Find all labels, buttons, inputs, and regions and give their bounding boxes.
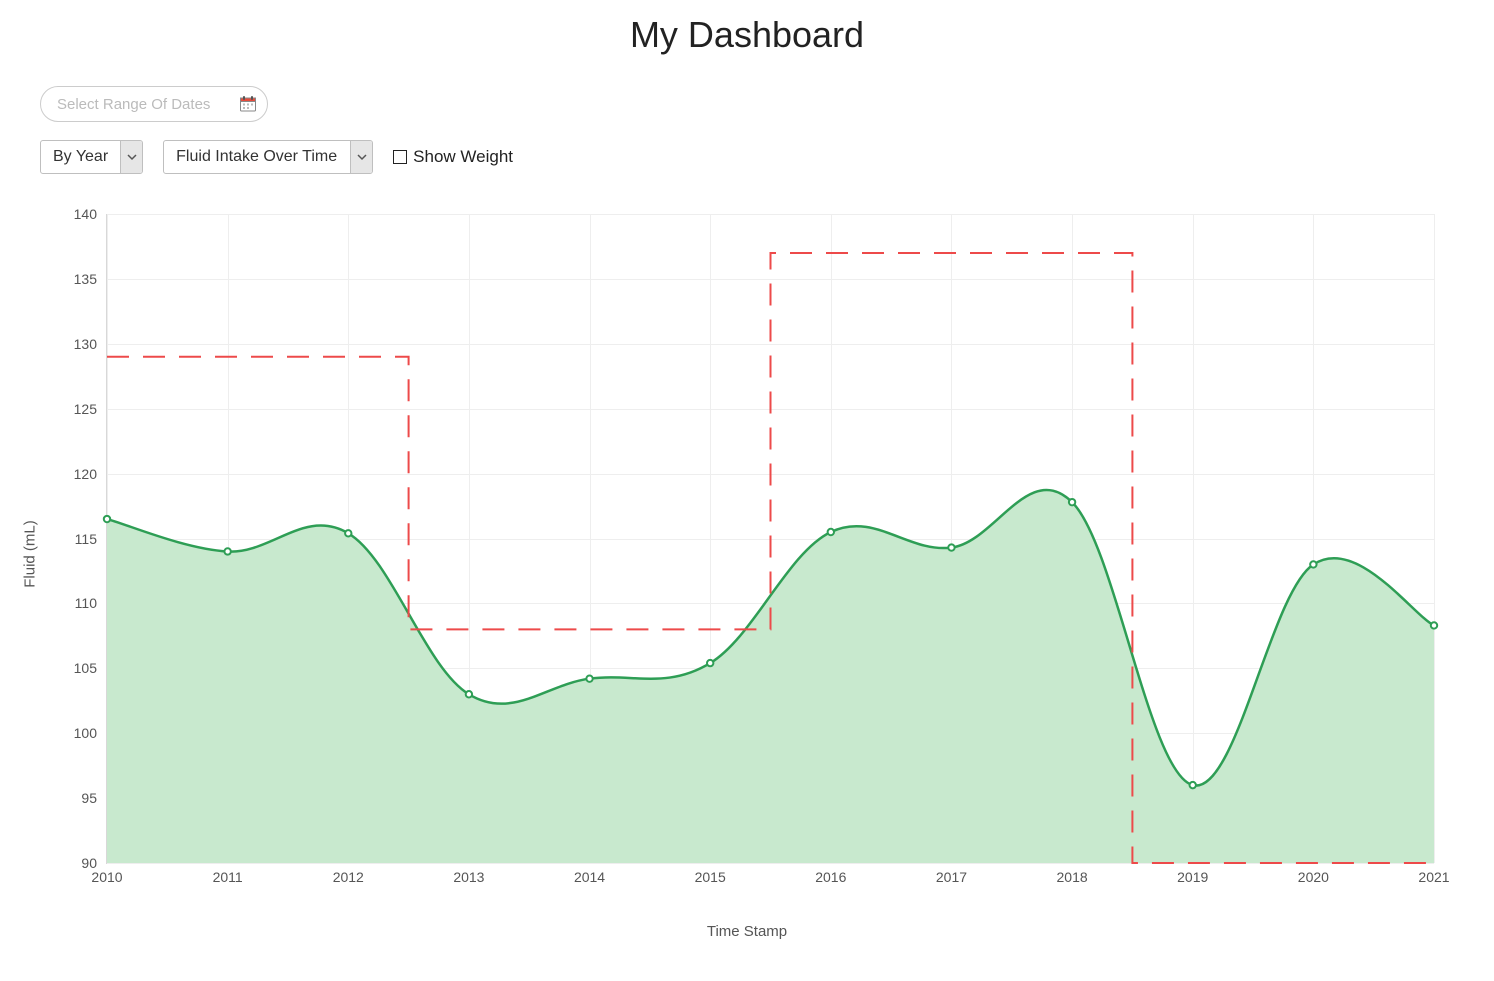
x-tick-label: 2013 [453, 869, 484, 885]
data-point[interactable] [707, 660, 713, 666]
x-tick-label: 2012 [333, 869, 364, 885]
x-tick-label: 2018 [1057, 869, 1088, 885]
y-tick-label: 125 [74, 401, 97, 417]
x-tick-label: 2015 [695, 869, 726, 885]
data-point[interactable] [224, 548, 230, 554]
grouping-select-value: By Year [41, 141, 120, 173]
x-tick-label: 2020 [1298, 869, 1329, 885]
y-tick-label: 130 [74, 336, 97, 352]
x-axis-label: Time Stamp [707, 923, 787, 940]
y-tick-label: 120 [74, 466, 97, 482]
show-weight-label: Show Weight [413, 147, 513, 167]
chart: Fluid (mL) Time Stamp 909510010511011512… [60, 214, 1434, 894]
data-point[interactable] [466, 691, 472, 697]
x-tick-label: 2010 [91, 869, 122, 885]
chart-svg [107, 214, 1434, 863]
y-axis-label: Fluid (mL) [22, 520, 39, 588]
chevron-down-icon [120, 141, 142, 173]
y-tick-label: 140 [74, 206, 97, 222]
metric-select-value: Fluid Intake Over Time [164, 141, 350, 173]
y-tick-label: 105 [74, 660, 97, 676]
data-point[interactable] [1069, 499, 1075, 505]
x-tick-label: 2021 [1418, 869, 1449, 885]
x-tick-label: 2011 [213, 869, 243, 885]
y-tick-label: 100 [74, 725, 97, 741]
data-point[interactable] [948, 544, 954, 550]
x-tick-label: 2014 [574, 869, 605, 885]
x-tick-label: 2017 [936, 869, 967, 885]
grouping-select[interactable]: By Year [40, 140, 143, 174]
y-tick-label: 135 [74, 271, 97, 287]
chevron-down-icon [350, 141, 372, 173]
data-point[interactable] [828, 529, 834, 535]
checkbox-box [393, 150, 407, 164]
data-point[interactable] [1310, 561, 1316, 567]
metric-select[interactable]: Fluid Intake Over Time [163, 140, 373, 174]
y-tick-label: 110 [75, 595, 97, 611]
controls-bar: Select Range Of Dates By Year Fluid I [0, 86, 1494, 174]
y-tick-label: 95 [81, 790, 97, 806]
date-range-input[interactable]: Select Range Of Dates [40, 86, 268, 122]
gridline-v [1434, 214, 1435, 863]
page-title: My Dashboard [0, 14, 1494, 56]
data-point[interactable] [104, 516, 110, 522]
y-tick-label: 115 [75, 531, 97, 547]
x-tick-label: 2019 [1177, 869, 1208, 885]
x-tick-label: 2016 [815, 869, 846, 885]
show-weight-checkbox[interactable]: Show Weight [393, 147, 513, 167]
data-point[interactable] [1431, 622, 1437, 628]
date-range-placeholder: Select Range Of Dates [57, 96, 210, 113]
data-point[interactable] [345, 530, 351, 536]
data-point[interactable] [586, 675, 592, 681]
calendar-icon [239, 95, 257, 113]
plot-area[interactable]: 9095100105110115120125130135140201020112… [106, 214, 1434, 864]
data-point[interactable] [1190, 782, 1196, 788]
